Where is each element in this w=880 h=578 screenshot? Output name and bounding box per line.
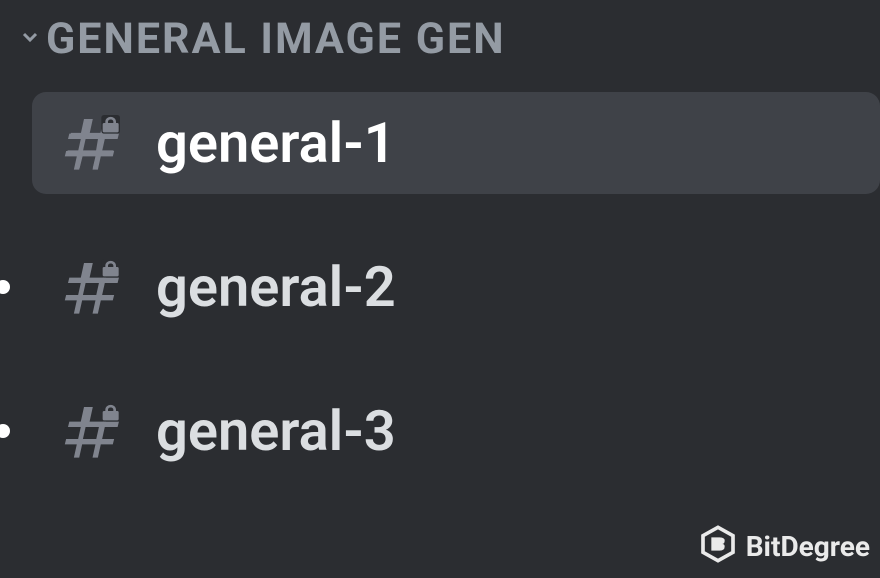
unread-indicator (0, 424, 10, 438)
watermark-text: BitDegree (746, 530, 870, 563)
channel-list: general-1 general-2 general-3 (0, 92, 880, 482)
chevron-down-icon (18, 25, 46, 53)
channel-name: general-3 (156, 398, 396, 464)
channel-item-general-1[interactable]: general-1 (32, 92, 880, 194)
category-name: GENERAL IMAGE GEN (46, 14, 506, 64)
bitdegree-logo-icon (698, 524, 738, 568)
channel-item-general-3[interactable]: general-3 (32, 380, 880, 482)
unread-indicator (0, 280, 10, 294)
channel-name: general-1 (156, 110, 396, 176)
hash-lock-icon (60, 399, 124, 463)
hash-lock-icon (60, 255, 124, 319)
channel-item-general-2[interactable]: general-2 (32, 236, 880, 338)
channel-name: general-2 (156, 254, 396, 320)
category-header[interactable]: GENERAL IMAGE GEN (0, 0, 880, 92)
watermark: BitDegree (698, 524, 870, 568)
hash-lock-icon (60, 111, 124, 175)
